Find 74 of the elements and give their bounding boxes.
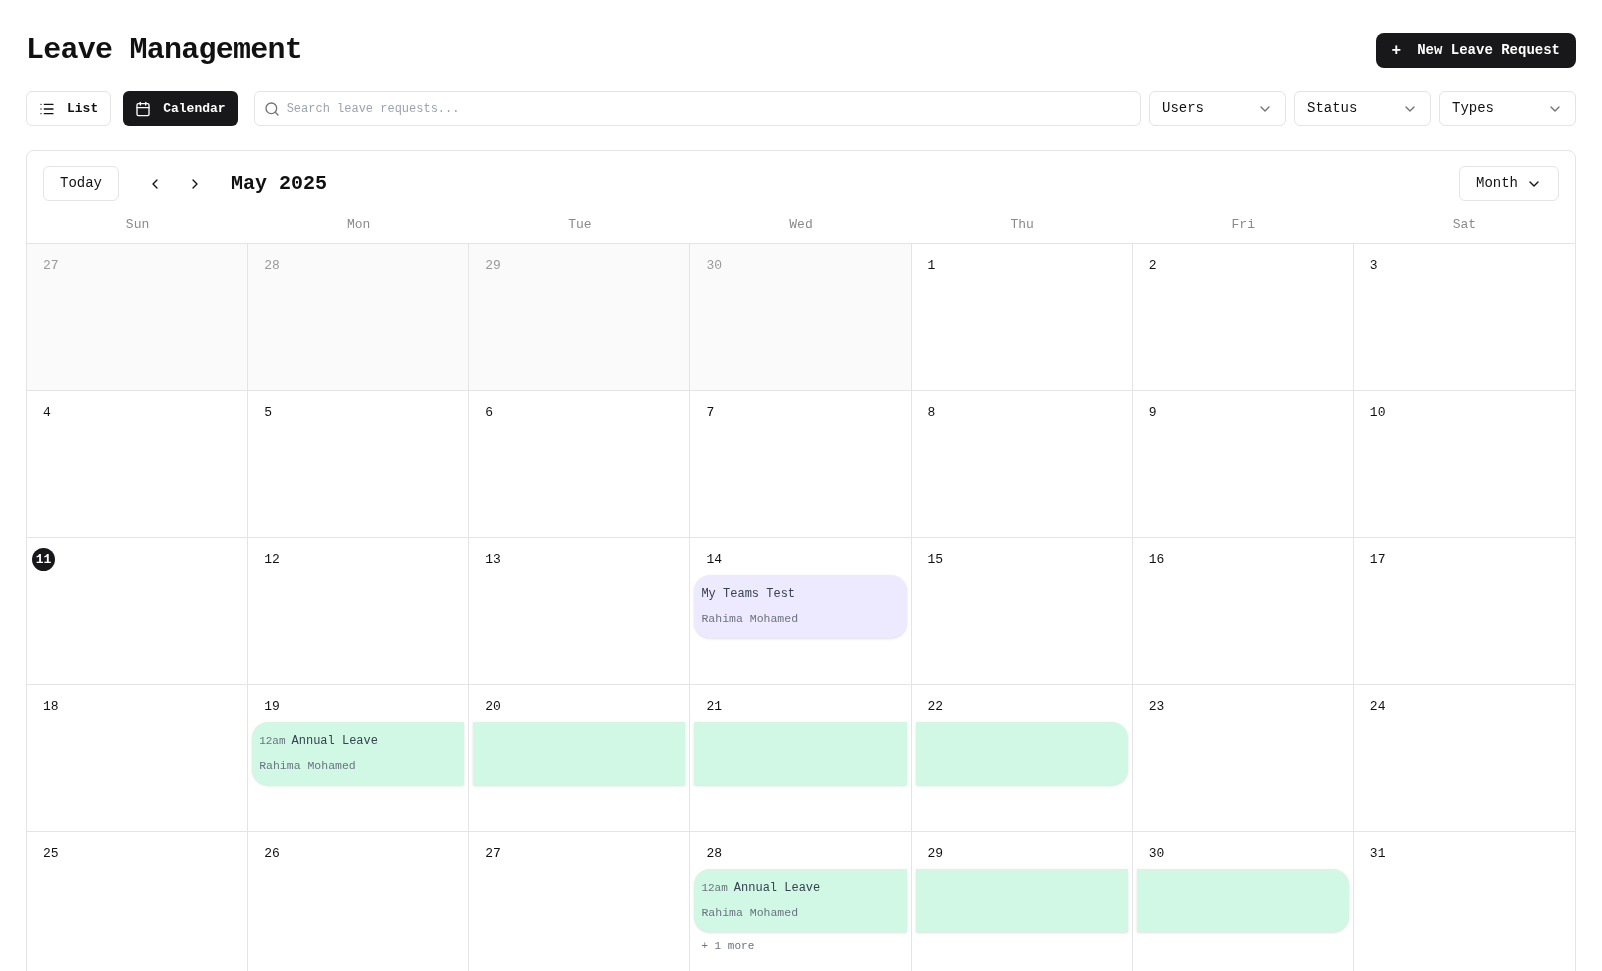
date-number: 29 [927,844,944,863]
filter-dropdown[interactable]: Status [1294,91,1431,126]
month-title: May 2025 [231,170,328,197]
weekday-label: Sun [125,217,150,232]
leave-event[interactable] [694,721,907,785]
date-number: 29 [485,256,501,275]
date-number: 30 [1148,844,1165,863]
weekday-label: Sat [1452,217,1477,232]
today-button[interactable]: Today [43,166,119,201]
date-number: 1 [927,256,936,275]
plus-icon: + [1391,38,1402,63]
leave-event[interactable]: My Teams Test Rahima Mohamed [694,574,907,638]
leave-event[interactable] [1136,868,1349,932]
date-number: 6 [485,403,494,422]
weekday-label: Mon [347,217,371,232]
date-number: 18 [43,697,59,716]
date-number: 31 [1369,844,1386,863]
date-number: 14 [706,550,723,569]
date-number: 15 [927,550,944,569]
date-number: 2 [1148,256,1157,275]
date-number: 4 [43,403,51,422]
filter-dropdown[interactable]: Users [1149,91,1286,126]
date-number: 9 [1148,403,1157,422]
date-number: 5 [264,403,272,422]
search-field[interactable]: Search leave requests... [253,91,1141,126]
leave-event[interactable] [915,868,1128,932]
date-number: 21 [706,697,723,716]
date-number: 27 [43,256,59,275]
weekday-label: Tue [568,217,592,232]
view-toggle-button[interactable]: Calendar [123,91,238,126]
date-number: 20 [485,697,501,716]
date-number: 27 [485,844,501,863]
date-number: 26 [264,844,280,863]
new-leave-request-button[interactable]: + New Leave Request [1375,33,1576,68]
date-number: 28 [706,844,723,863]
leave-event[interactable]: 12am Annual Leave Rahima Mohamed [694,868,907,932]
today-date-badge: 11 [32,548,55,571]
date-number: 12 [264,550,280,569]
event-person: Rahima Mohamed [259,757,357,774]
button-label: New Leave Request [1417,41,1560,60]
date-number: 13 [485,550,501,569]
date-number: 3 [1369,256,1378,275]
event-time: 12am [259,734,286,747]
view-toggle-button[interactable]: List [26,91,112,126]
leave-event[interactable]: 12am Annual Leave Rahima Mohamed [252,721,465,785]
page-title: Leave Management [26,32,303,69]
event-person: Rahima Mohamed [701,904,800,921]
event-title: My Teams Test [701,586,796,601]
event-person: Rahima Mohamed [701,610,800,627]
view-dropdown[interactable]: Month [1459,166,1559,201]
event-title: Annual Leave [291,733,378,748]
event-time: 12am [701,881,728,894]
date-number: 24 [1369,697,1386,716]
date-number: 19 [264,697,280,716]
date-number: 25 [43,844,59,863]
date-number: 30 [706,256,723,275]
calendar-icon [135,100,152,117]
date-number: 28 [264,256,280,275]
date-number: 17 [1369,550,1386,569]
weekday-label: Wed [789,217,813,232]
date-number: 10 [1369,403,1386,422]
event-title: Annual Leave [733,880,821,895]
date-number: 16 [1148,550,1165,569]
weekday-label: Fri [1231,217,1255,232]
leave-event[interactable] [915,721,1128,785]
weekday-label: Thu [1010,217,1034,232]
date-number: 8 [927,403,936,422]
date-number: 22 [927,697,944,716]
date-number: 23 [1148,697,1165,716]
filter-dropdown[interactable]: Types [1439,91,1576,126]
date-number: 7 [706,403,715,422]
search-icon [263,101,280,117]
leave-event[interactable] [473,721,686,785]
more-events-link[interactable]: + 1 more [701,937,755,954]
